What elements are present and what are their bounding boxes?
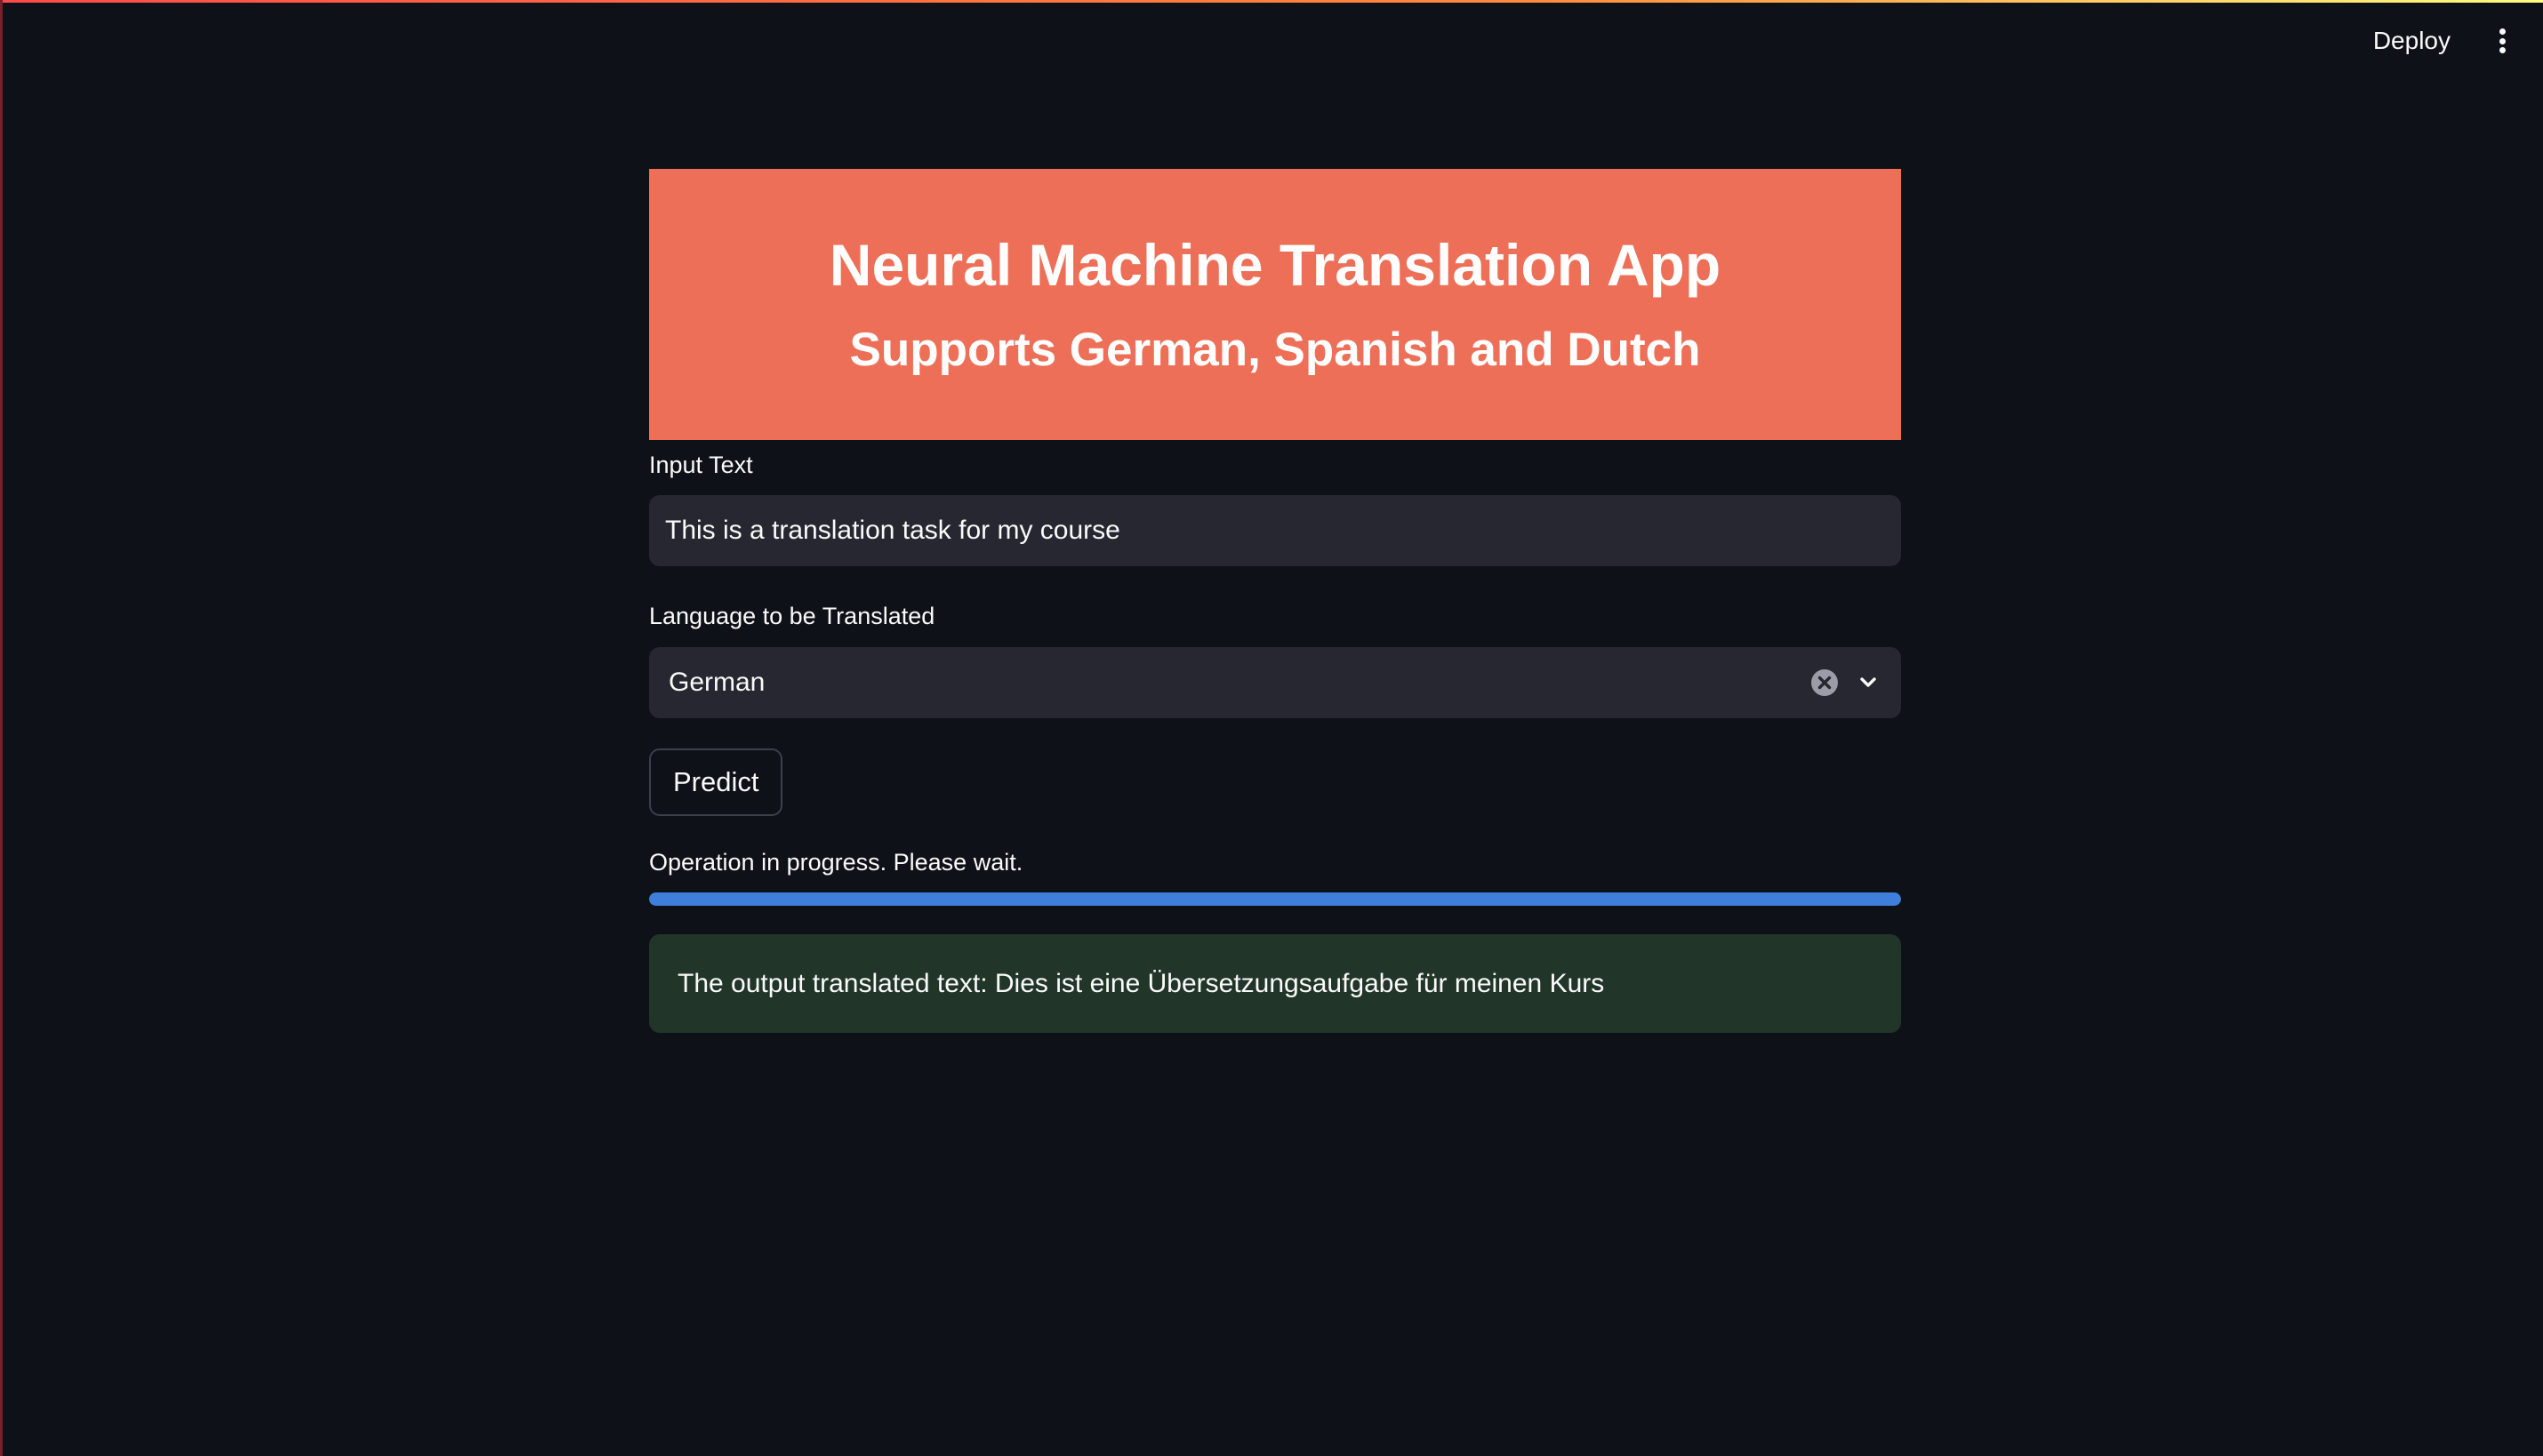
clear-circle-icon[interactable] <box>1810 668 1839 697</box>
chevron-down-icon[interactable] <box>1855 669 1881 696</box>
language-select-label: Language to be Translated <box>649 603 935 630</box>
app-title: Neural Machine Translation App <box>829 232 1721 299</box>
input-text-label: Input Text <box>649 452 753 478</box>
language-selected-value: German <box>669 667 766 697</box>
app-page: Deploy Neural Machine Translation App Su… <box>0 0 2543 1456</box>
app-header: Deploy <box>2357 0 2543 82</box>
translation-result-text: The output translated text: Dies ist ein… <box>678 968 1605 998</box>
select-controls <box>1810 668 1881 697</box>
language-select[interactable]: German <box>649 646 1901 718</box>
progress-bar <box>649 892 1901 907</box>
progress-bar-fill <box>649 892 1901 907</box>
top-decoration-bar <box>3 0 2543 3</box>
main-menu-button[interactable] <box>2493 23 2511 59</box>
deploy-button[interactable]: Deploy <box>2357 18 2467 64</box>
input-text-field[interactable] <box>649 495 1901 567</box>
vertical-ellipsis-icon <box>2499 28 2506 35</box>
title-banner: Neural Machine Translation App Supports … <box>649 169 1901 440</box>
progress-status-text: Operation in progress. Please wait. <box>649 848 1023 876</box>
vertical-ellipsis-icon <box>2499 37 2506 44</box>
translation-result-box: The output translated text: Dies ist ein… <box>649 934 1901 1034</box>
main-content: Neural Machine Translation App Supports … <box>649 169 1901 1034</box>
vertical-ellipsis-icon <box>2499 47 2506 53</box>
app-subtitle: Supports German, Spanish and Dutch <box>849 323 1701 376</box>
predict-button[interactable]: Predict <box>649 748 783 816</box>
